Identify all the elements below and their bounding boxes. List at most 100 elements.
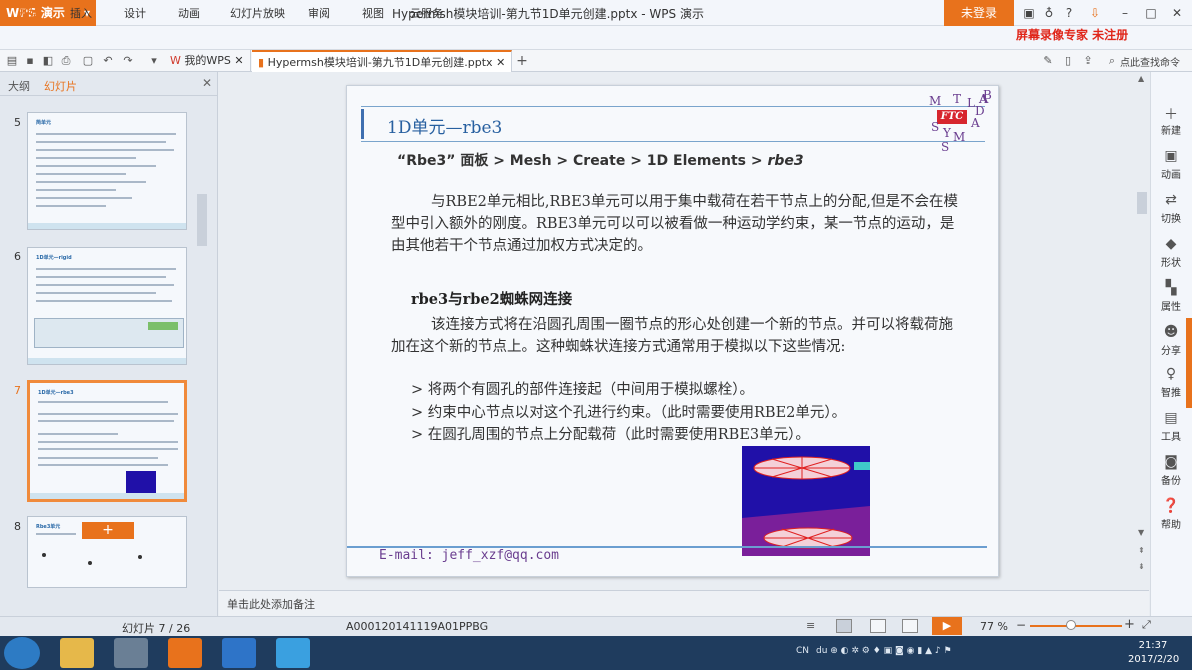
sidebar-tools[interactable]: ▤ 工具 bbox=[1150, 410, 1192, 443]
close-tab-icon[interactable]: ✕ bbox=[496, 56, 505, 69]
slide-thumbnail-5[interactable]: 简单元 bbox=[27, 112, 187, 230]
sidebar-new[interactable]: ＋新建 bbox=[1150, 104, 1192, 137]
search-icon[interactable]: ⌕ bbox=[1104, 53, 1120, 69]
bullet-item: > 在圆孔周围的节点上分配载荷（此时需要使用RBE3单元）。 bbox=[411, 427, 810, 443]
slide-thumbnail-7-selected[interactable]: 1D单元—rbe3 bbox=[27, 380, 187, 502]
paragraph-intro: 与RBE2单元相比,RBE3单元可以用于集中载荷在若干节点上的分配,但是不会在模… bbox=[391, 194, 958, 254]
feedback-icon[interactable]: ⇩ bbox=[1086, 4, 1104, 22]
section-heading: rbe3与rbe2蜘蛛网连接 bbox=[411, 291, 573, 308]
login-button[interactable]: 未登录 bbox=[944, 0, 1014, 26]
pin-icon[interactable]: ✎ bbox=[1040, 53, 1056, 69]
notes-toggle-icon[interactable]: ≡ bbox=[806, 619, 815, 632]
tab-slides[interactable]: 幻灯片 bbox=[44, 78, 77, 94]
next-slide-icon[interactable]: ⇟ bbox=[1138, 562, 1145, 571]
slide-counter: 幻灯片 7 / 26 bbox=[122, 622, 191, 635]
breadcrumb: “Rbe3” 面板 > Mesh > Create > 1D Elements … bbox=[397, 150, 804, 170]
tab-outline[interactable]: 大纲 bbox=[8, 78, 30, 94]
zoom-level[interactable]: 77 % bbox=[980, 620, 1008, 633]
sidebar-backup[interactable]: ◙ 备份 bbox=[1150, 454, 1192, 487]
new-icon: ＋ bbox=[1164, 107, 1178, 123]
help-icon[interactable]: ? bbox=[1060, 4, 1078, 22]
canvas-scrollbar[interactable] bbox=[1136, 72, 1148, 590]
prev-slide-icon[interactable]: ⇞ bbox=[1138, 546, 1145, 555]
zoom-slider-knob[interactable] bbox=[1066, 620, 1076, 630]
tab-view[interactable]: 视图 bbox=[362, 5, 384, 21]
lang-indicator[interactable]: CN bbox=[796, 646, 809, 656]
pdf-icon[interactable]: ◧ bbox=[40, 53, 56, 69]
ime-icon[interactable]: du ⊕ ◐ ✲ ⚙ ♦ ▣ ◙ ◉ ▮ ▲ ♪ ⚑ bbox=[816, 646, 952, 656]
undo-icon[interactable]: ↶ bbox=[100, 53, 116, 69]
file-code: A000120141119A01PPBG bbox=[346, 620, 489, 633]
redo-icon[interactable]: ↷ bbox=[120, 53, 136, 69]
wps-presentation-app-icon[interactable] bbox=[168, 638, 202, 668]
sidebar-accent bbox=[1186, 318, 1192, 408]
recorder-watermark: 屏幕录像专家 未注册 bbox=[1016, 28, 1129, 42]
backup-icon: ◙ bbox=[1164, 454, 1178, 470]
tab-design[interactable]: 设计 bbox=[124, 5, 146, 21]
shirt-icon[interactable]: ♁ bbox=[1040, 4, 1058, 22]
3d-app-icon[interactable] bbox=[114, 638, 148, 668]
zoom-in-icon[interactable]: + bbox=[1124, 617, 1135, 632]
paragraph-spider: 该连接方式将在沿圆孔周围一圈节点的形心处创建一个新的节点。并可以将载荷施加在这个… bbox=[391, 317, 953, 355]
sorter-view-button[interactable] bbox=[870, 619, 886, 633]
search-commands[interactable]: 点此查找命令 bbox=[1120, 54, 1180, 69]
tab-animation[interactable]: 动画 bbox=[178, 5, 200, 21]
save-icon[interactable]: ▪ bbox=[22, 53, 38, 69]
reading-view-button[interactable] bbox=[902, 619, 918, 633]
tab-insert[interactable]: 插入 bbox=[70, 5, 92, 21]
zoom-slider[interactable] bbox=[1030, 625, 1122, 627]
sidebar-animation[interactable]: ▣ 动画 bbox=[1150, 148, 1192, 181]
panel-scrollbar[interactable] bbox=[196, 96, 208, 588]
thumb-title: 1D单元—rbe3 bbox=[38, 390, 74, 396]
notes-placeholder[interactable]: 单击此处添加备注 bbox=[227, 596, 315, 612]
cloud-app-icon[interactable] bbox=[276, 638, 310, 668]
sidebar-shape[interactable]: ◆ 形状 bbox=[1150, 236, 1192, 269]
scroll-down-icon[interactable]: ▼ bbox=[1138, 528, 1144, 537]
play-slideshow-button[interactable]: ▶ bbox=[932, 617, 962, 635]
sidebar-properties[interactable]: ▚ 属性 bbox=[1150, 280, 1192, 313]
share-icon[interactable]: ⇪ bbox=[1080, 53, 1096, 69]
close-icon[interactable]: ✕ bbox=[1168, 4, 1186, 22]
minimize-icon[interactable]: – bbox=[1116, 4, 1134, 22]
ppt-file-icon: ▮ bbox=[258, 56, 265, 69]
tab-home[interactable]: 开始 bbox=[18, 5, 40, 21]
ribbon-tabs bbox=[0, 26, 1192, 50]
print-icon[interactable]: ⎙ bbox=[58, 53, 74, 69]
fit-window-icon[interactable]: ⤢ bbox=[1142, 618, 1151, 632]
preview-icon[interactable]: ▢ bbox=[80, 53, 96, 69]
skin-icon[interactable]: ▣ bbox=[1020, 4, 1038, 22]
breadcrumb-end: rbe3 bbox=[767, 153, 804, 169]
wps-writer-app-icon[interactable] bbox=[222, 638, 256, 668]
bullet-item: > 约束中心节点以对这个孔进行约束。（此时需要使用RBE2单元）。 bbox=[411, 405, 847, 421]
start-button[interactable] bbox=[4, 637, 40, 669]
new-tab-icon[interactable]: + bbox=[514, 53, 530, 69]
sidebar-transition[interactable]: ⇄ 切换 bbox=[1150, 192, 1192, 225]
tab-cloud[interactable]: 云服务 bbox=[410, 5, 443, 21]
clock-time: 21:37 bbox=[1138, 640, 1168, 651]
add-slide-button[interactable]: + bbox=[82, 522, 134, 539]
zoom-out-icon[interactable]: − bbox=[1016, 618, 1026, 632]
slide-thumbnail-6[interactable]: 1D单元—rigid bbox=[27, 247, 187, 365]
panel-scrollbar-thumb[interactable] bbox=[197, 194, 207, 246]
maximize-icon[interactable]: □ bbox=[1142, 4, 1160, 22]
chevron-down-icon[interactable]: ▾ bbox=[146, 53, 162, 69]
close-tab-icon[interactable]: ✕ bbox=[234, 54, 243, 67]
tab-my-wps[interactable]: W 我的WPS ✕ bbox=[164, 50, 251, 72]
clock[interactable]: 21:37 2017/2/20 bbox=[1128, 639, 1179, 667]
scroll-up-icon[interactable]: ▲ bbox=[1138, 74, 1144, 83]
open-icon[interactable]: ▤ bbox=[4, 53, 20, 69]
normal-view-button[interactable] bbox=[836, 619, 852, 633]
thumb-number: 5 bbox=[14, 116, 21, 129]
explorer-app-icon[interactable] bbox=[60, 638, 94, 668]
thumb-title: 简单元 bbox=[36, 120, 52, 126]
notes-pane[interactable] bbox=[219, 590, 1149, 616]
tab-active-document[interactable]: ▮ Hypermsh模块培训-第九节1D单元创建.pptx ✕ bbox=[252, 50, 513, 72]
slide[interactable]: 1D单元—rbe3 M T L A B FTC S Y M S D A “Rbe… bbox=[346, 85, 999, 577]
file-icon[interactable]: ▯ bbox=[1060, 53, 1076, 69]
sidebar-help[interactable]: ❓ 帮助 bbox=[1150, 498, 1192, 531]
tab-slideshow[interactable]: 幻灯片放映 bbox=[230, 5, 285, 21]
shape-icon: ◆ bbox=[1165, 236, 1177, 252]
canvas-scrollbar-thumb[interactable] bbox=[1137, 192, 1147, 214]
close-panel-icon[interactable]: ✕ bbox=[202, 76, 212, 90]
tab-review[interactable]: 审阅 bbox=[308, 5, 330, 21]
